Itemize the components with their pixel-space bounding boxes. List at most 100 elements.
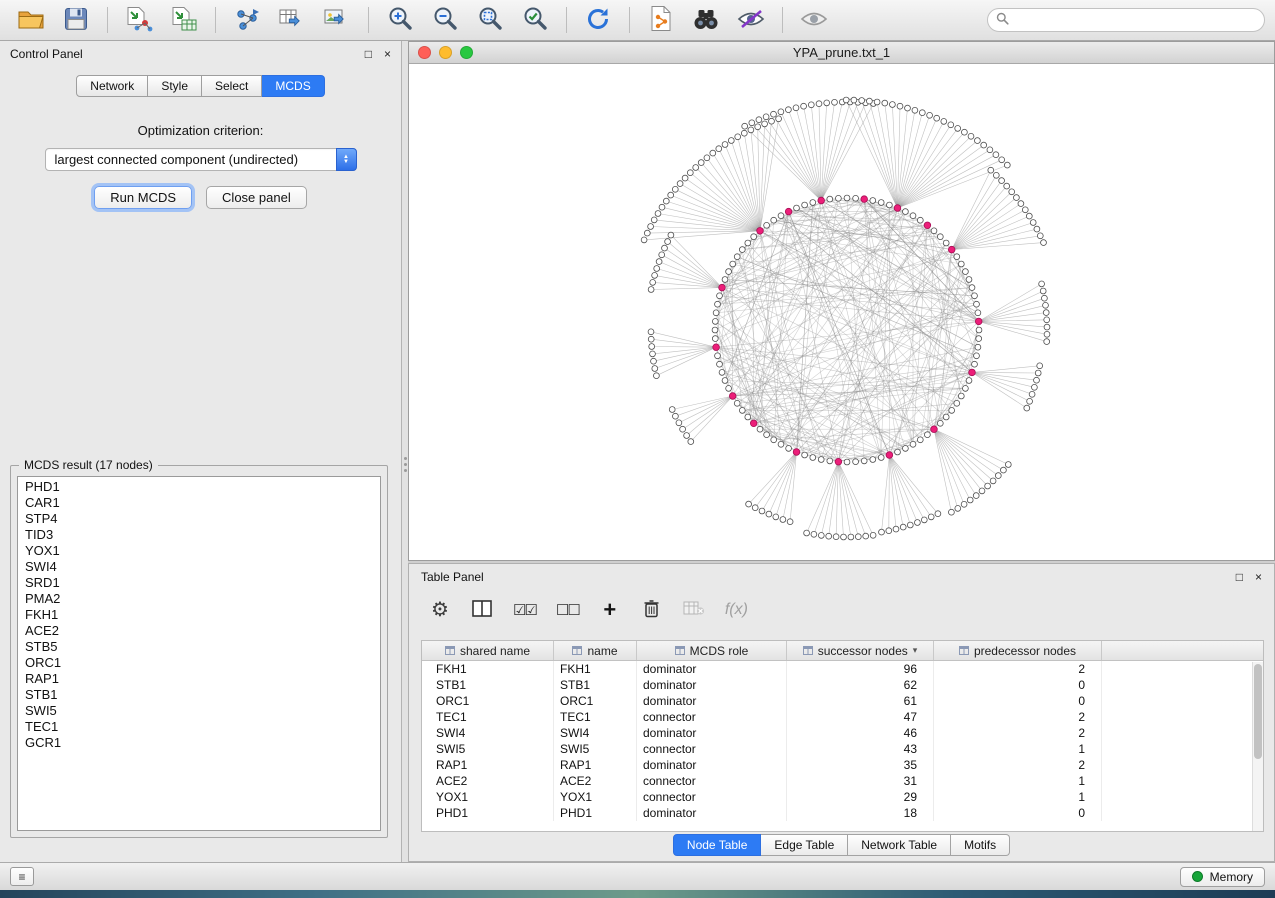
- graph-node[interactable]: [654, 373, 660, 379]
- graph-node[interactable]: [764, 222, 770, 228]
- graph-node[interactable]: [967, 497, 973, 503]
- graph-node[interactable]: [1024, 405, 1030, 411]
- graph-node[interactable]: [841, 534, 847, 540]
- graph-node[interactable]: [787, 519, 793, 525]
- task-history-button[interactable]: ≡: [10, 867, 34, 886]
- graph-node[interactable]: [935, 511, 941, 517]
- graph-node[interactable]: [897, 103, 903, 109]
- graph-node[interactable]: [827, 196, 833, 202]
- graph-node[interactable]: [878, 455, 884, 461]
- graph-node[interactable]: [719, 370, 725, 376]
- graph-node[interactable]: [925, 432, 931, 438]
- open-session-button[interactable]: [10, 3, 52, 37]
- mcds-result-item[interactable]: PMA2: [18, 591, 380, 607]
- graph-node[interactable]: [907, 522, 913, 528]
- graph-node[interactable]: [988, 167, 994, 173]
- graph-node[interactable]: [1034, 226, 1040, 232]
- graph-node[interactable]: [1035, 370, 1041, 376]
- graph-node[interactable]: [917, 217, 923, 223]
- graph-node[interactable]: [688, 439, 694, 445]
- graph-hub-node[interactable]: [924, 222, 931, 229]
- clone-network-button[interactable]: [640, 3, 682, 37]
- window-minimize-icon[interactable]: [439, 46, 452, 59]
- show-columns-button[interactable]: [471, 597, 493, 623]
- mcds-result-item[interactable]: STB5: [18, 639, 380, 655]
- graph-node[interactable]: [900, 524, 906, 530]
- graph-node[interactable]: [1037, 233, 1043, 239]
- graph-node[interactable]: [715, 353, 721, 359]
- graph-node[interactable]: [698, 160, 704, 166]
- graph-node[interactable]: [905, 105, 911, 111]
- column-header-predecessor-nodes[interactable]: predecessor nodes: [934, 641, 1102, 660]
- graph-node[interactable]: [1005, 462, 1011, 468]
- graph-node[interactable]: [975, 344, 981, 350]
- graph-node[interactable]: [659, 204, 665, 210]
- graph-node[interactable]: [928, 514, 934, 520]
- graph-node[interactable]: [1044, 324, 1050, 330]
- table-row[interactable]: SWI4SWI4dominator462: [422, 725, 1263, 741]
- graph-node[interactable]: [1004, 183, 1010, 189]
- graph-node[interactable]: [648, 224, 654, 230]
- graph-node[interactable]: [975, 310, 981, 316]
- graph-node[interactable]: [985, 483, 991, 489]
- graph-node[interactable]: [1001, 467, 1007, 473]
- graph-node[interactable]: [931, 228, 937, 234]
- graph-node[interactable]: [943, 240, 949, 246]
- search-input[interactable]: [1015, 13, 1256, 27]
- tab-edge-table[interactable]: Edge Table: [761, 834, 848, 856]
- graph-node[interactable]: [961, 501, 967, 507]
- graph-node[interactable]: [748, 127, 754, 133]
- graph-node[interactable]: [870, 198, 876, 204]
- graph-node[interactable]: [680, 426, 686, 432]
- graph-node[interactable]: [769, 118, 775, 124]
- graph-node[interactable]: [722, 378, 728, 384]
- graph-node[interactable]: [981, 142, 987, 148]
- graph-hub-node[interactable]: [975, 318, 982, 325]
- table-row[interactable]: ORC1ORC1dominator610: [422, 693, 1263, 709]
- graph-node[interactable]: [1014, 195, 1020, 201]
- graph-node[interactable]: [745, 240, 751, 246]
- graph-node[interactable]: [668, 192, 674, 198]
- graph-node[interactable]: [882, 100, 888, 106]
- mcds-result-item[interactable]: FKH1: [18, 607, 380, 623]
- graph-node[interactable]: [915, 520, 921, 526]
- graph-node[interactable]: [669, 407, 675, 413]
- graph-node[interactable]: [766, 511, 772, 517]
- graph-node[interactable]: [910, 213, 916, 219]
- table-row[interactable]: RAP1RAP1dominator352: [422, 757, 1263, 773]
- graph-node[interactable]: [659, 252, 665, 258]
- graph-node[interactable]: [851, 97, 857, 103]
- graph-node[interactable]: [954, 254, 960, 260]
- scrollbar-thumb[interactable]: [1254, 664, 1262, 759]
- mcds-result-item[interactable]: STP4: [18, 511, 380, 527]
- hide-selected-button[interactable]: [730, 3, 772, 37]
- graph-node[interactable]: [843, 97, 849, 103]
- graph-node[interactable]: [912, 107, 918, 113]
- graph-node[interactable]: [927, 112, 933, 118]
- zoom-fit-button[interactable]: [469, 3, 511, 37]
- graph-node[interactable]: [778, 441, 784, 447]
- graph-node[interactable]: [712, 327, 718, 333]
- table-row[interactable]: PHD1PHD1dominator180: [422, 805, 1263, 821]
- graph-hub-node[interactable]: [713, 344, 720, 351]
- import-table-button[interactable]: [163, 3, 205, 37]
- graph-node[interactable]: [712, 336, 718, 342]
- graph-node[interactable]: [794, 205, 800, 211]
- mcds-result-item[interactable]: GCR1: [18, 735, 380, 751]
- graph-node[interactable]: [1032, 384, 1038, 390]
- graph-node[interactable]: [972, 361, 978, 367]
- graph-node[interactable]: [973, 493, 979, 499]
- float-panel-icon[interactable]: □: [1236, 571, 1243, 583]
- graph-node[interactable]: [844, 195, 850, 201]
- graph-node[interactable]: [848, 534, 854, 540]
- graph-node[interactable]: [826, 533, 832, 539]
- graph-node[interactable]: [1022, 207, 1028, 213]
- graph-hub-node[interactable]: [750, 420, 757, 427]
- graph-node[interactable]: [948, 122, 954, 128]
- graph-node[interactable]: [763, 114, 769, 120]
- graph-node[interactable]: [716, 146, 722, 152]
- graph-node[interactable]: [816, 101, 822, 107]
- export-network-button[interactable]: [226, 3, 268, 37]
- graph-node[interactable]: [663, 198, 669, 204]
- graph-node[interactable]: [771, 437, 777, 443]
